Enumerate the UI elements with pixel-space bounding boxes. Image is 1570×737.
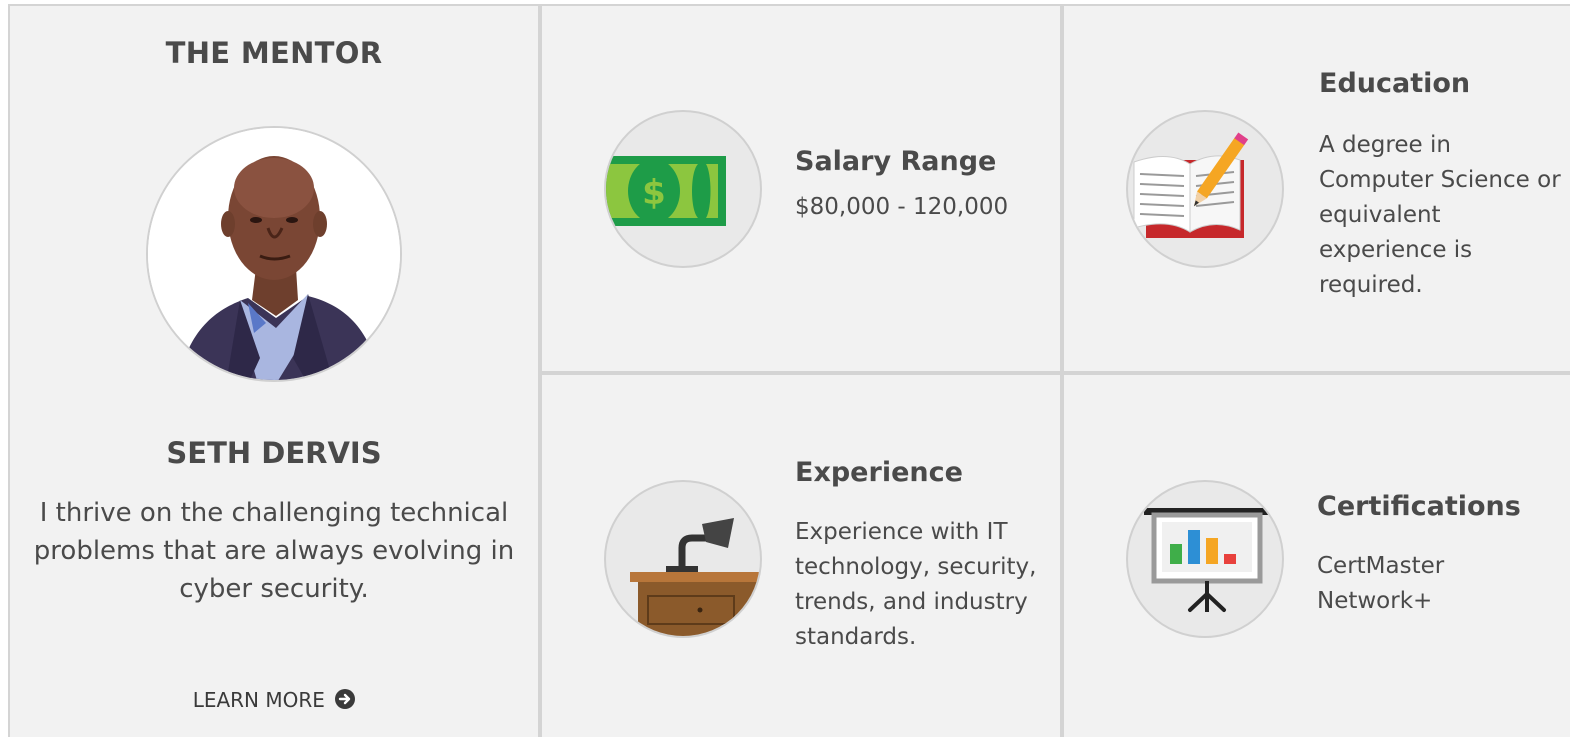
money-bill-icon: $: [604, 110, 762, 268]
mentor-heading: THE MENTOR: [165, 36, 383, 70]
mentor-panel: THE MENTOR SETH DERVIS I thrive on the c…: [8, 4, 540, 737]
mentor-avatar: [146, 126, 402, 382]
mentor-photo: [148, 128, 400, 380]
salary-panel: $ Salary Range $80,000 - 120,000: [540, 4, 1062, 373]
experience-text: Experience with IT technology, security,…: [795, 519, 1037, 650]
learn-more-link[interactable]: LEARN MORE: [10, 688, 538, 712]
education-panel: Education A degree in Computer Science o…: [1062, 4, 1570, 373]
learn-more-label: LEARN MORE: [192, 688, 325, 712]
presentation-board-icon: [1126, 480, 1284, 638]
mentor-name: SETH DERVIS: [166, 436, 382, 470]
desk-lamp-icon: [604, 480, 762, 638]
salary-text: $80,000 - 120,000: [795, 194, 1009, 220]
education-title: Education: [1319, 68, 1471, 99]
arrow-circle-right-icon: [335, 689, 356, 709]
education-text: A degree in Computer Science or equivale…: [1319, 132, 1561, 298]
certifications-text: CertMaster Network+: [1317, 553, 1445, 614]
book-pencil-icon: [1126, 110, 1284, 268]
salary-title: Salary Range: [795, 146, 997, 177]
experience-panel: Experience Experience with IT technology…: [540, 373, 1062, 737]
mentor-quote: I thrive on the challenging technical pr…: [33, 498, 515, 604]
certifications-panel: Certifications CertMaster Network+: [1062, 373, 1570, 737]
svg-text:$: $: [642, 173, 666, 213]
certifications-title: Certifications: [1317, 491, 1521, 522]
experience-title: Experience: [795, 457, 963, 488]
